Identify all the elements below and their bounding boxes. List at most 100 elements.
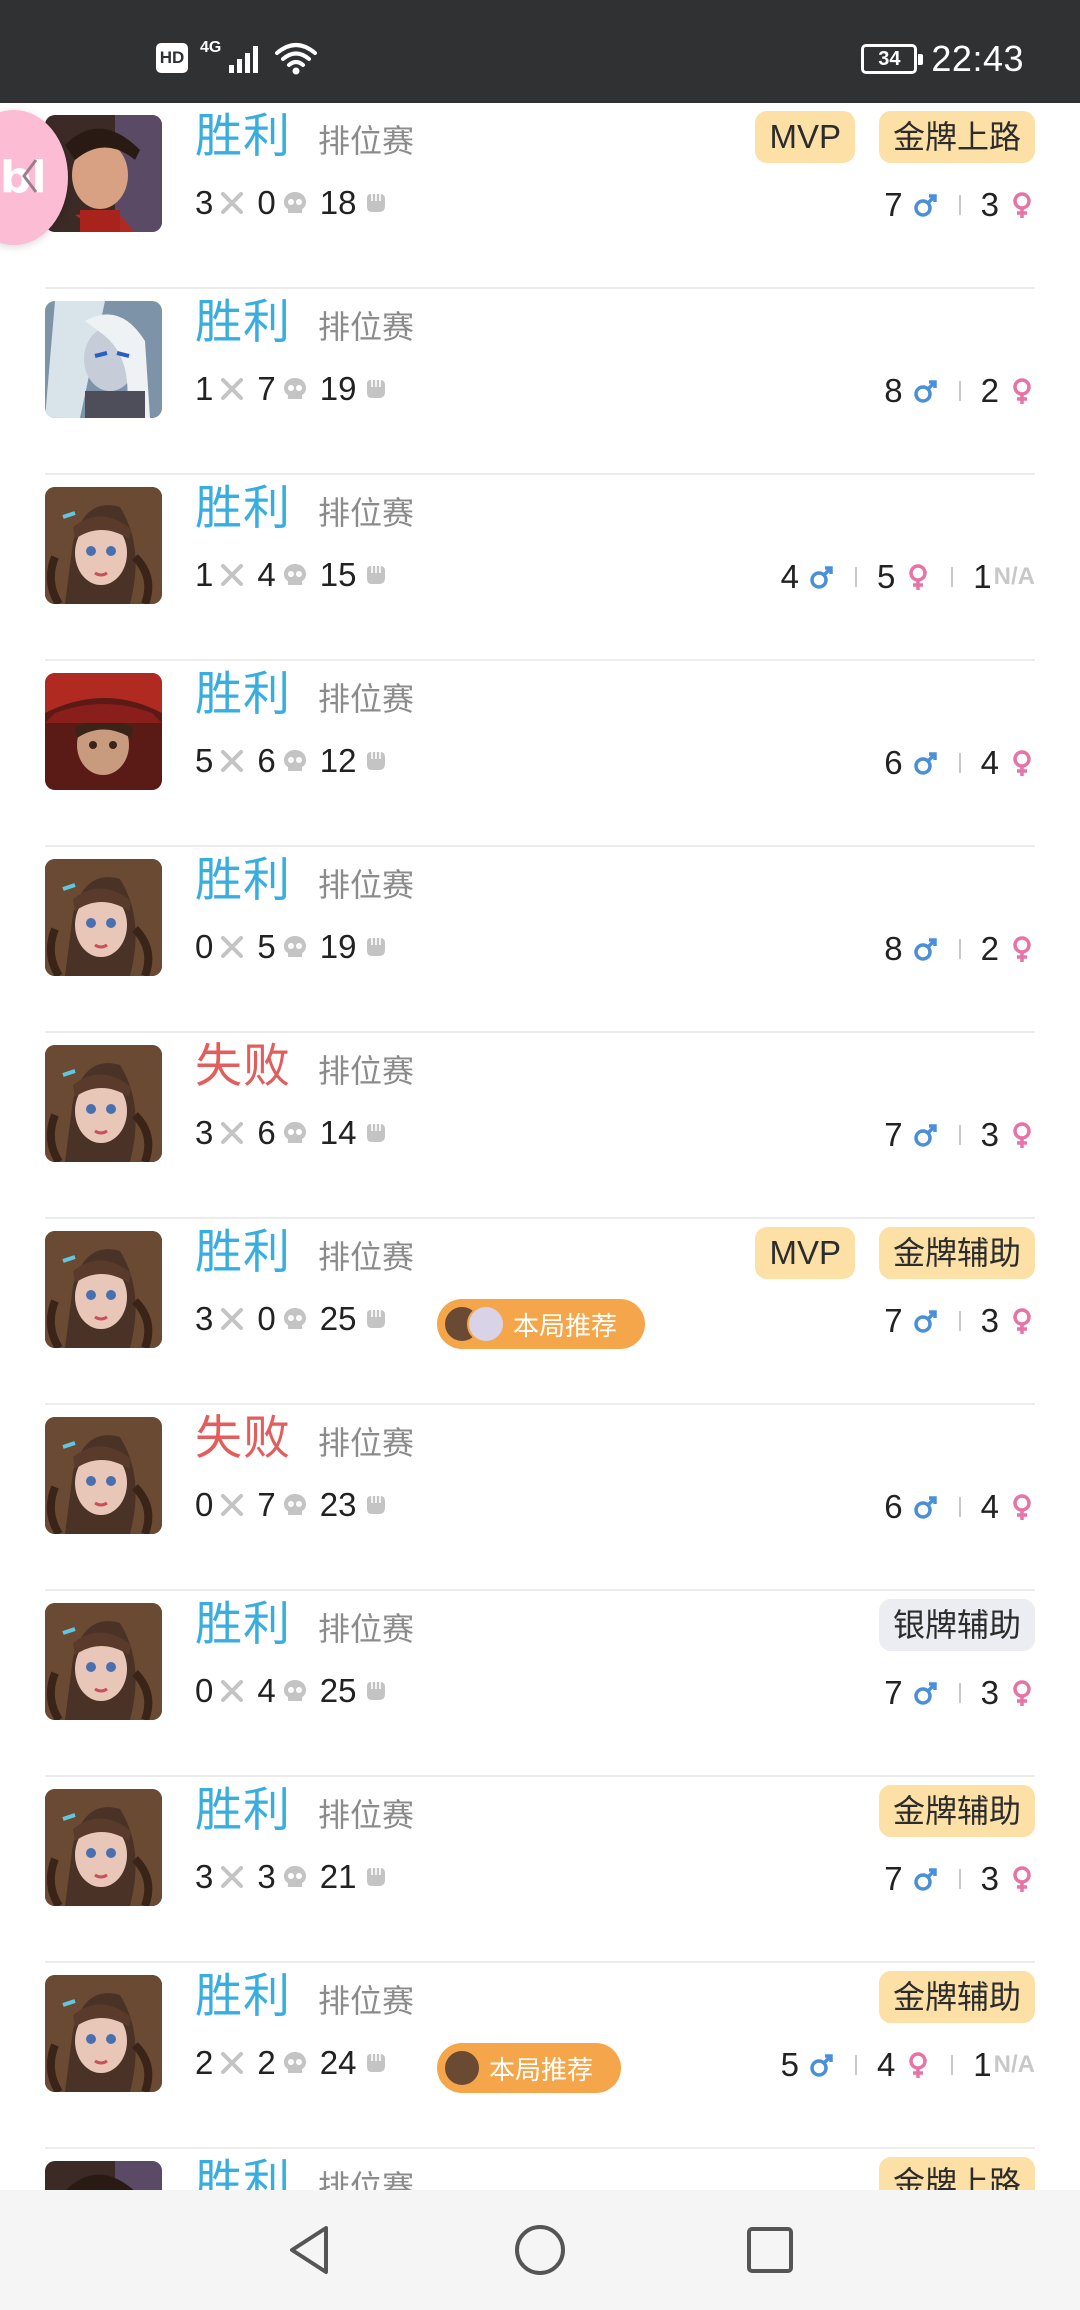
divider — [958, 1125, 961, 1145]
female-count: 3 — [980, 1116, 999, 1153]
match-row[interactable]: 胜利 排位赛 0 5 19 8 2 — [45, 847, 1035, 1033]
rank-badge: 银牌辅助 — [878, 1599, 1035, 1651]
male-count: 7 — [884, 1302, 903, 1339]
male-symbol-icon — [913, 1679, 939, 1707]
fist-icon — [362, 1864, 388, 1890]
match-row[interactable]: 胜利 排位赛 金牌上路 — [45, 2149, 1035, 2190]
gender-stats: 73 — [884, 1857, 1035, 1901]
crossed-swords-icon — [219, 376, 245, 402]
hero-avatar — [45, 673, 162, 790]
match-mode: 排位赛 — [318, 1238, 415, 1276]
male-count: 6 — [884, 744, 903, 781]
female-symbol-icon — [1009, 377, 1035, 405]
crossed-swords-icon — [219, 1864, 245, 1890]
match-row[interactable]: 失败 排位赛 3 6 14 7 3 — [45, 1033, 1035, 1219]
match-result: 胜利 — [195, 1597, 291, 1652]
female-symbol-icon — [1009, 1679, 1035, 1707]
kills-count: 3 — [195, 1858, 214, 1895]
match-result: 胜利 — [195, 481, 291, 536]
deaths-count: 5 — [257, 928, 276, 965]
female-count: 4 — [876, 2046, 896, 2083]
male-count: 5 — [780, 2046, 799, 2083]
match-row[interactable]: 胜利 排位赛 2 2 24 本局推荐 金牌辅助 5 4 1 N/A — [45, 1963, 1035, 2149]
divider — [958, 939, 961, 959]
badge-group: 金牌辅助 — [878, 1785, 1035, 1837]
kda-stats: 3 6 14 — [195, 1111, 400, 1155]
home-button[interactable] — [510, 2220, 570, 2280]
match-mode: 排位赛 — [318, 1982, 415, 2020]
crossed-swords-icon — [219, 748, 245, 774]
back-button[interactable] — [280, 2220, 340, 2280]
skull-icon — [282, 562, 308, 588]
male-symbol-icon — [913, 1493, 939, 1521]
match-mode: 排位赛 — [318, 2168, 415, 2190]
divider — [951, 2055, 954, 2075]
skull-icon — [282, 376, 308, 402]
match-result: 失败 — [195, 1411, 291, 1466]
female-symbol-icon — [1009, 1121, 1035, 1149]
rank-badge: 金牌辅助 — [878, 1971, 1035, 2023]
match-row[interactable]: 胜利 排位赛 3 0 25 本局推荐 MVP 金牌辅助 7 3 — [45, 1219, 1035, 1405]
divider — [958, 1497, 961, 1517]
kills-count: 5 — [195, 742, 214, 779]
clock: 22:43 — [931, 38, 1024, 79]
kda-stats: 1 4 15 — [195, 553, 400, 597]
assists-count: 23 — [319, 1486, 357, 1523]
crossed-swords-icon — [219, 1678, 245, 1704]
network-type: 4G — [200, 39, 222, 56]
match-history-list[interactable]: 胜利 排位赛 3 0 18 MVP 金牌上路 7 3 胜利 排位赛 1 7 19 8 2 胜利 排位赛 1 4 15 4 5… — [0, 103, 1080, 2190]
deaths-count: 7 — [257, 370, 276, 407]
male-symbol-icon — [809, 563, 835, 591]
match-row[interactable]: 胜利 排位赛 3 0 18 MVP 金牌上路 7 3 — [45, 103, 1035, 289]
match-mode: 排位赛 — [318, 1052, 415, 1090]
female-count: 4 — [980, 1488, 999, 1525]
assists-count: 24 — [319, 2044, 357, 2081]
match-mode: 排位赛 — [318, 866, 415, 904]
match-row[interactable]: 胜利 排位赛 1 7 19 8 2 — [45, 289, 1035, 475]
fist-icon — [362, 190, 388, 216]
assists-count: 14 — [319, 1114, 357, 1151]
kda-stats: 3 0 25 — [195, 1297, 400, 1341]
female-count: 3 — [980, 1674, 999, 1711]
gender-stats: 73 — [884, 1113, 1035, 1157]
skull-icon — [282, 748, 308, 774]
male-symbol-icon — [913, 191, 939, 219]
chevron-left-icon — [22, 159, 38, 193]
male-count: 7 — [884, 186, 903, 223]
assists-count: 12 — [319, 742, 357, 779]
recents-button[interactable] — [740, 2220, 800, 2280]
female-symbol-icon — [1009, 191, 1035, 219]
gender-stats: 73 — [884, 183, 1035, 227]
match-mode: 排位赛 — [318, 122, 415, 160]
kills-count: 0 — [195, 928, 214, 965]
match-row[interactable]: 胜利 排位赛 3 3 21 金牌辅助 7 3 — [45, 1777, 1035, 1963]
recommend-tag[interactable]: 本局推荐 — [437, 1299, 646, 1349]
male-count: 7 — [884, 1860, 903, 1897]
kills-count: 1 — [195, 556, 214, 593]
status-left-icons: HD 4G — [156, 39, 318, 76]
skull-icon — [282, 1120, 308, 1146]
divider — [854, 2055, 857, 2075]
battery-icon: 34 — [861, 44, 924, 74]
kda-stats: 2 2 24 — [195, 2041, 400, 2085]
mvp-badge: MVP — [755, 111, 855, 163]
crossed-swords-icon — [219, 934, 245, 960]
recommend-label: 本局推荐 — [513, 1311, 618, 1342]
match-row[interactable]: 胜利 排位赛 1 4 15 4 5 1 N/A — [45, 475, 1035, 661]
kda-stats: 3 0 18 — [195, 181, 400, 225]
recommend-tag[interactable]: 本局推荐 — [437, 2043, 622, 2093]
hero-avatar — [45, 1789, 162, 1906]
fist-icon — [362, 562, 388, 588]
female-count: 2 — [980, 372, 999, 409]
kills-count: 3 — [195, 184, 214, 221]
match-row[interactable]: 胜利 排位赛 0 4 25 银牌辅助 7 3 — [45, 1591, 1035, 1777]
crossed-swords-icon — [219, 1492, 245, 1518]
match-row[interactable]: 失败 排位赛 0 7 23 6 4 — [45, 1405, 1035, 1591]
recommend-avatars — [443, 2049, 481, 2087]
match-row[interactable]: 胜利 排位赛 5 6 12 6 4 — [45, 661, 1035, 847]
divider — [958, 195, 961, 215]
male-symbol-icon — [913, 1121, 939, 1149]
male-count: 7 — [884, 1674, 903, 1711]
unknown-label: N/A — [993, 2051, 1035, 2078]
divider — [854, 567, 857, 587]
